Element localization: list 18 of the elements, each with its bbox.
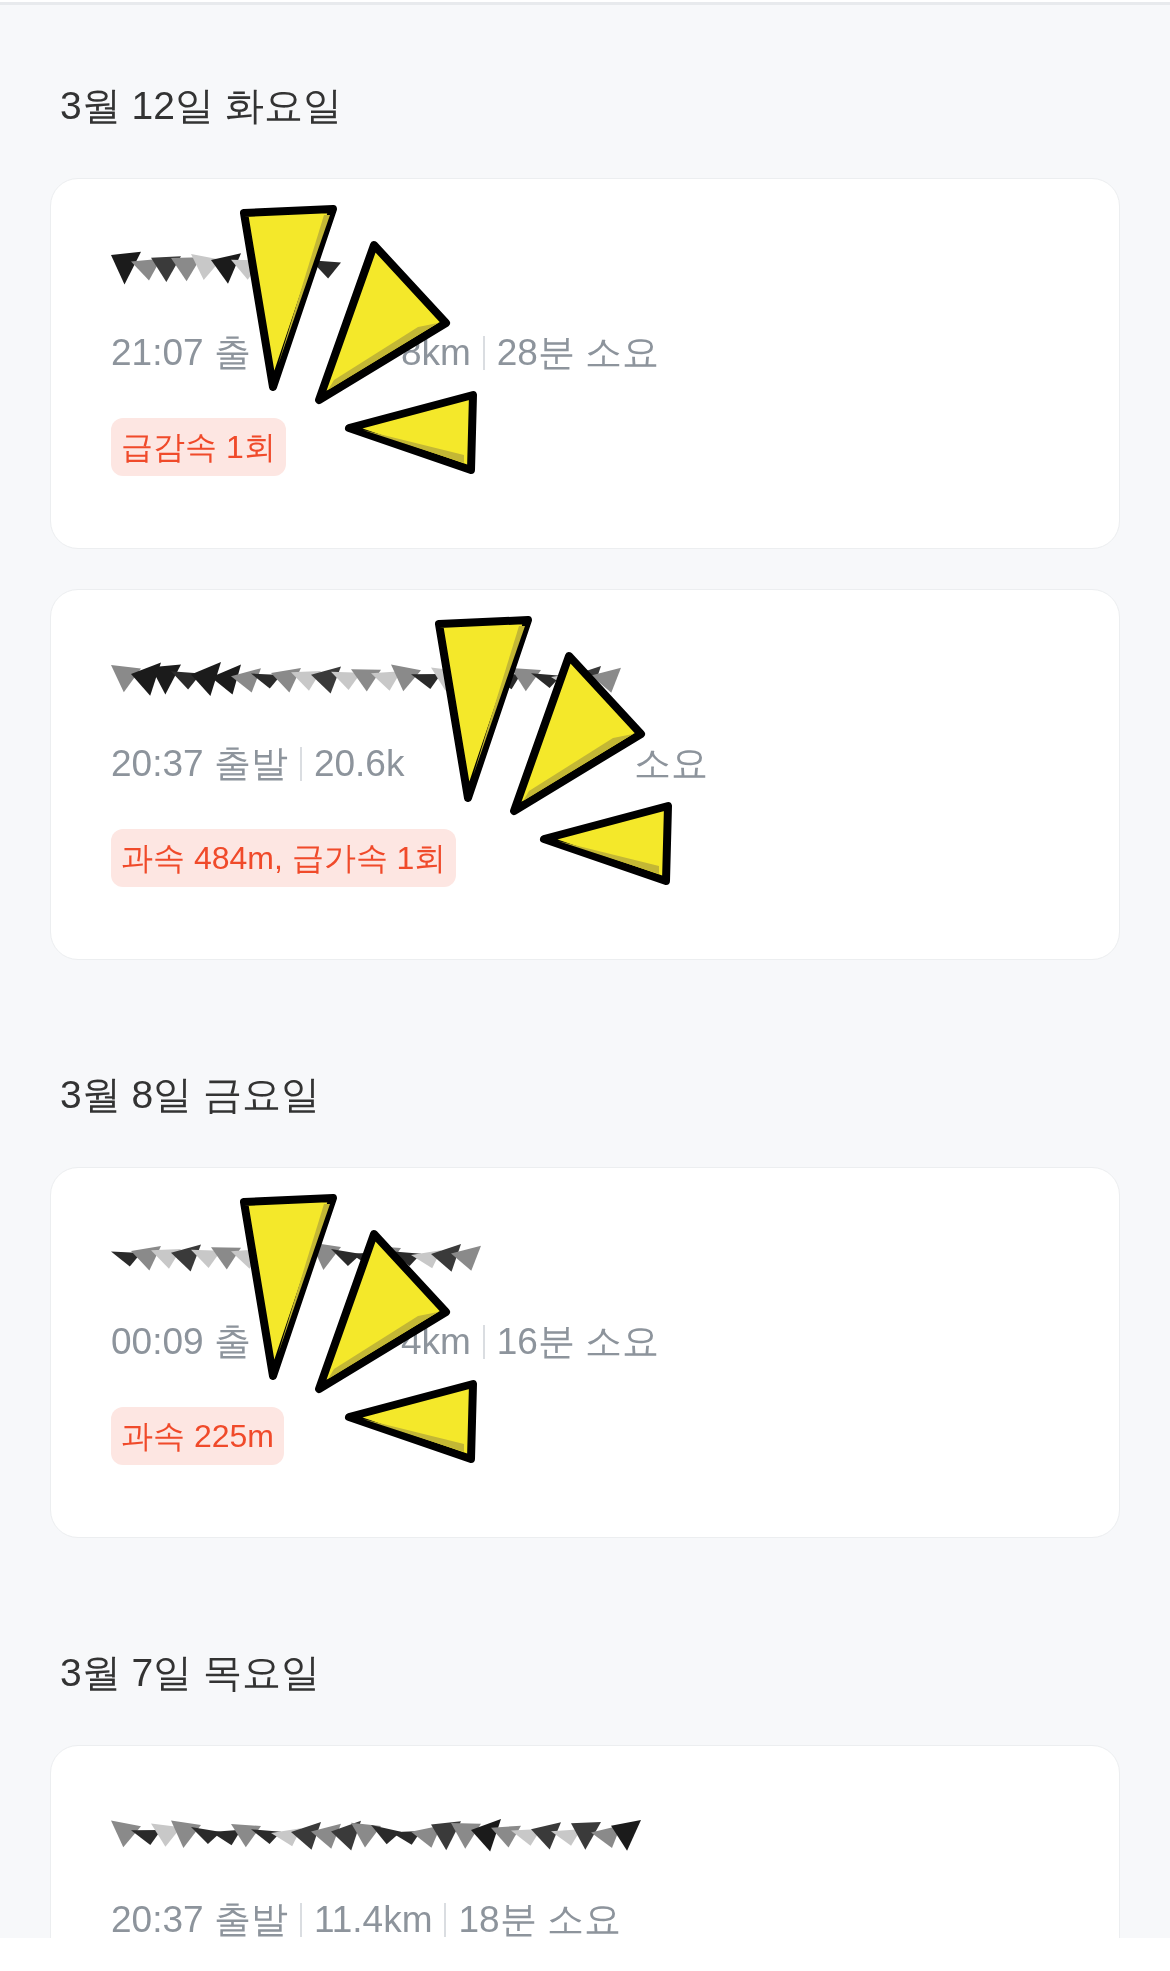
trip-info-text: 20.6k [313,742,405,786]
trip-info-text: 28분 소요 [496,331,660,375]
trip-card[interactable]: 20:37 출발 11.4km 18분 소요 [50,1745,1120,1938]
warning-tag: 과속 484m, 급가속 1회 [111,829,457,887]
trip-info-text: 소요 [634,742,709,786]
date-header: 3월 12일 화요일 [60,83,343,129]
date-header: 3월 8일 금요일 [60,1072,322,1118]
trip-info-text: 21:07 출 [111,331,251,375]
date-header: 3월 7일 목요일 [60,1650,322,1696]
trip-info-text: 00:09 출 [111,1320,251,1364]
warning-tag: 급감속 1회 [111,418,286,476]
trip-card[interactable]: 20:37 출발 20.6k 소요 과속 484m, 급가속 1회 [50,589,1120,960]
trip-info-text: 11.4km [313,1898,433,1938]
trip-info-text: 20:37 출발 [111,1898,288,1938]
warning-tag: 과속 225m [111,1407,284,1465]
trip-info-text: 16분 소요 [496,1320,660,1364]
trip-info-text: 20:37 출발 [111,742,288,786]
trip-info-text: 18분 소요 [458,1898,621,1938]
